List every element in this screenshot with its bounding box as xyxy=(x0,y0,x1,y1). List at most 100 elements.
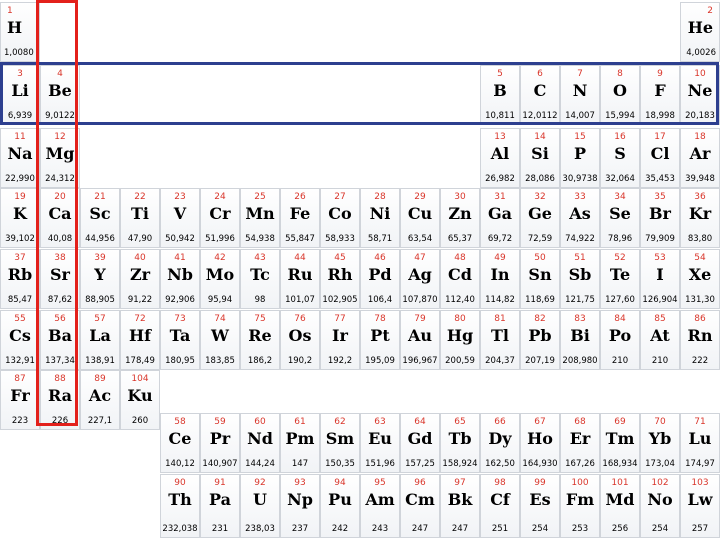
atomic-number: 29 xyxy=(414,192,426,202)
element-cell-ir: 77 Ir 192,2 xyxy=(320,310,360,370)
atomic-number: 95 xyxy=(374,478,386,488)
element-cell-si: 14 Si 28,086 xyxy=(520,128,560,188)
atomic-mass: 55,847 xyxy=(285,234,315,244)
element-cell-cu: 29 Cu 63,54 xyxy=(400,188,440,248)
element-cell-hf: 72 Hf 178,49 xyxy=(120,310,160,370)
element-cell-ce: 58 Ce 140,12 xyxy=(160,413,200,473)
element-symbol: O xyxy=(613,81,627,100)
element-symbol: Cf xyxy=(490,490,510,509)
element-symbol: Ce xyxy=(168,429,192,448)
element-cell-ga: 31 Ga 69,72 xyxy=(480,188,520,248)
atomic-mass: 257 xyxy=(691,524,709,534)
atomic-mass: 131,30 xyxy=(685,295,715,305)
atomic-mass: 180,95 xyxy=(165,356,195,366)
atomic-mass: 74,922 xyxy=(565,234,595,244)
atomic-mass: 162,50 xyxy=(485,459,515,469)
atomic-number: 11 xyxy=(14,132,26,142)
atomic-mass: 173,04 xyxy=(645,459,675,469)
element-symbol: Sc xyxy=(89,204,111,223)
atomic-number: 25 xyxy=(254,192,266,202)
element-cell-in: 49 In 114,82 xyxy=(480,249,520,309)
element-symbol: Cs xyxy=(9,326,31,345)
atomic-mass: 69,72 xyxy=(487,234,513,244)
atomic-mass: 24,312 xyxy=(45,174,75,184)
element-cell-pt: 78 Pt 195,09 xyxy=(360,310,400,370)
element-symbol: He xyxy=(687,18,713,37)
element-symbol: Ac xyxy=(88,386,112,405)
atomic-mass: 243 xyxy=(371,524,389,534)
atomic-number: 60 xyxy=(254,417,266,427)
atomic-mass: 222 xyxy=(691,356,709,366)
atomic-mass: 106,4 xyxy=(367,295,393,305)
atomic-number: 23 xyxy=(174,192,186,202)
element-symbol: Md xyxy=(605,490,635,509)
atomic-mass: 126,904 xyxy=(642,295,678,305)
element-cell-es: 99 Es 254 xyxy=(520,474,560,538)
element-symbol: Am xyxy=(365,490,395,509)
atomic-mass: 260 xyxy=(131,416,149,426)
atomic-mass: 20,183 xyxy=(685,111,715,121)
element-symbol: Fm xyxy=(565,490,595,509)
element-cell-ar: 18 Ar 39,948 xyxy=(680,128,720,188)
element-cell-er: 68 Er 167,26 xyxy=(560,413,600,473)
element-symbol: Yb xyxy=(648,429,672,448)
element-symbol: Li xyxy=(11,81,29,100)
element-symbol: V xyxy=(173,204,187,223)
atomic-mass: 79,909 xyxy=(645,234,675,244)
atomic-number: 17 xyxy=(654,132,666,142)
element-cell-k: 19 K 39,102 xyxy=(0,188,40,248)
atomic-number: 8 xyxy=(617,69,623,79)
element-symbol: In xyxy=(490,265,510,284)
element-symbol: Be xyxy=(48,81,72,100)
atomic-mass: 147 xyxy=(291,459,309,469)
element-cell-cd: 48 Cd 112,40 xyxy=(440,249,480,309)
element-cell-tb: 65 Tb 158,924 xyxy=(440,413,480,473)
atomic-mass: 157,25 xyxy=(405,459,435,469)
atomic-mass: 232,038 xyxy=(162,524,198,534)
element-cell-pd: 46 Pd 106,4 xyxy=(360,249,400,309)
element-cell-p: 15 P 30,9738 xyxy=(560,128,600,188)
atomic-number: 66 xyxy=(494,417,506,427)
element-symbol: Y xyxy=(94,265,106,284)
atomic-number: 83 xyxy=(574,314,586,324)
element-cell-nd: 60 Nd 144,24 xyxy=(240,413,280,473)
atomic-number: 18 xyxy=(694,132,706,142)
atomic-number: 16 xyxy=(614,132,626,142)
element-symbol: Ku xyxy=(127,386,153,405)
element-symbol: Mo xyxy=(205,265,235,284)
element-cell-o: 8 O 15,994 xyxy=(600,65,640,125)
element-cell-rb: 37 Rb 85,47 xyxy=(0,249,40,309)
element-symbol: Ge xyxy=(528,204,552,223)
element-symbol: Sr xyxy=(50,265,70,284)
element-symbol: Rn xyxy=(687,326,713,345)
element-cell-ca: 20 Ca 40,08 xyxy=(40,188,80,248)
atomic-number: 41 xyxy=(174,253,186,263)
element-cell-ra: 88 Ra 226 xyxy=(40,370,80,430)
element-cell-ti: 22 Ti 47,90 xyxy=(120,188,160,248)
atomic-number: 103 xyxy=(691,478,709,488)
atomic-mass: 9,0122 xyxy=(45,111,75,121)
atomic-mass: 210 xyxy=(611,356,629,366)
atomic-number: 101 xyxy=(611,478,629,488)
atomic-number: 96 xyxy=(414,478,426,488)
atomic-number: 87 xyxy=(14,374,26,384)
element-symbol: Al xyxy=(490,144,510,163)
atomic-number: 82 xyxy=(534,314,546,324)
atomic-number: 71 xyxy=(694,417,706,427)
atomic-mass: 138,91 xyxy=(85,356,115,366)
atomic-number: 88 xyxy=(54,374,66,384)
atomic-number: 10 xyxy=(694,69,706,79)
element-symbol: Ar xyxy=(689,144,711,163)
atomic-number: 97 xyxy=(454,478,466,488)
atomic-mass: 247 xyxy=(411,524,429,534)
atomic-mass: 127,60 xyxy=(605,295,635,305)
element-symbol: Ho xyxy=(527,429,553,448)
atomic-mass: 174,97 xyxy=(685,459,715,469)
atomic-number: 51 xyxy=(574,253,586,263)
element-cell-dy: 66 Dy 162,50 xyxy=(480,413,520,473)
atomic-number: 1 xyxy=(7,6,13,16)
atomic-mass: 87,62 xyxy=(47,295,73,305)
atomic-number: 91 xyxy=(214,478,226,488)
element-symbol: Pu xyxy=(328,490,352,509)
atomic-mass: 151,96 xyxy=(365,459,395,469)
